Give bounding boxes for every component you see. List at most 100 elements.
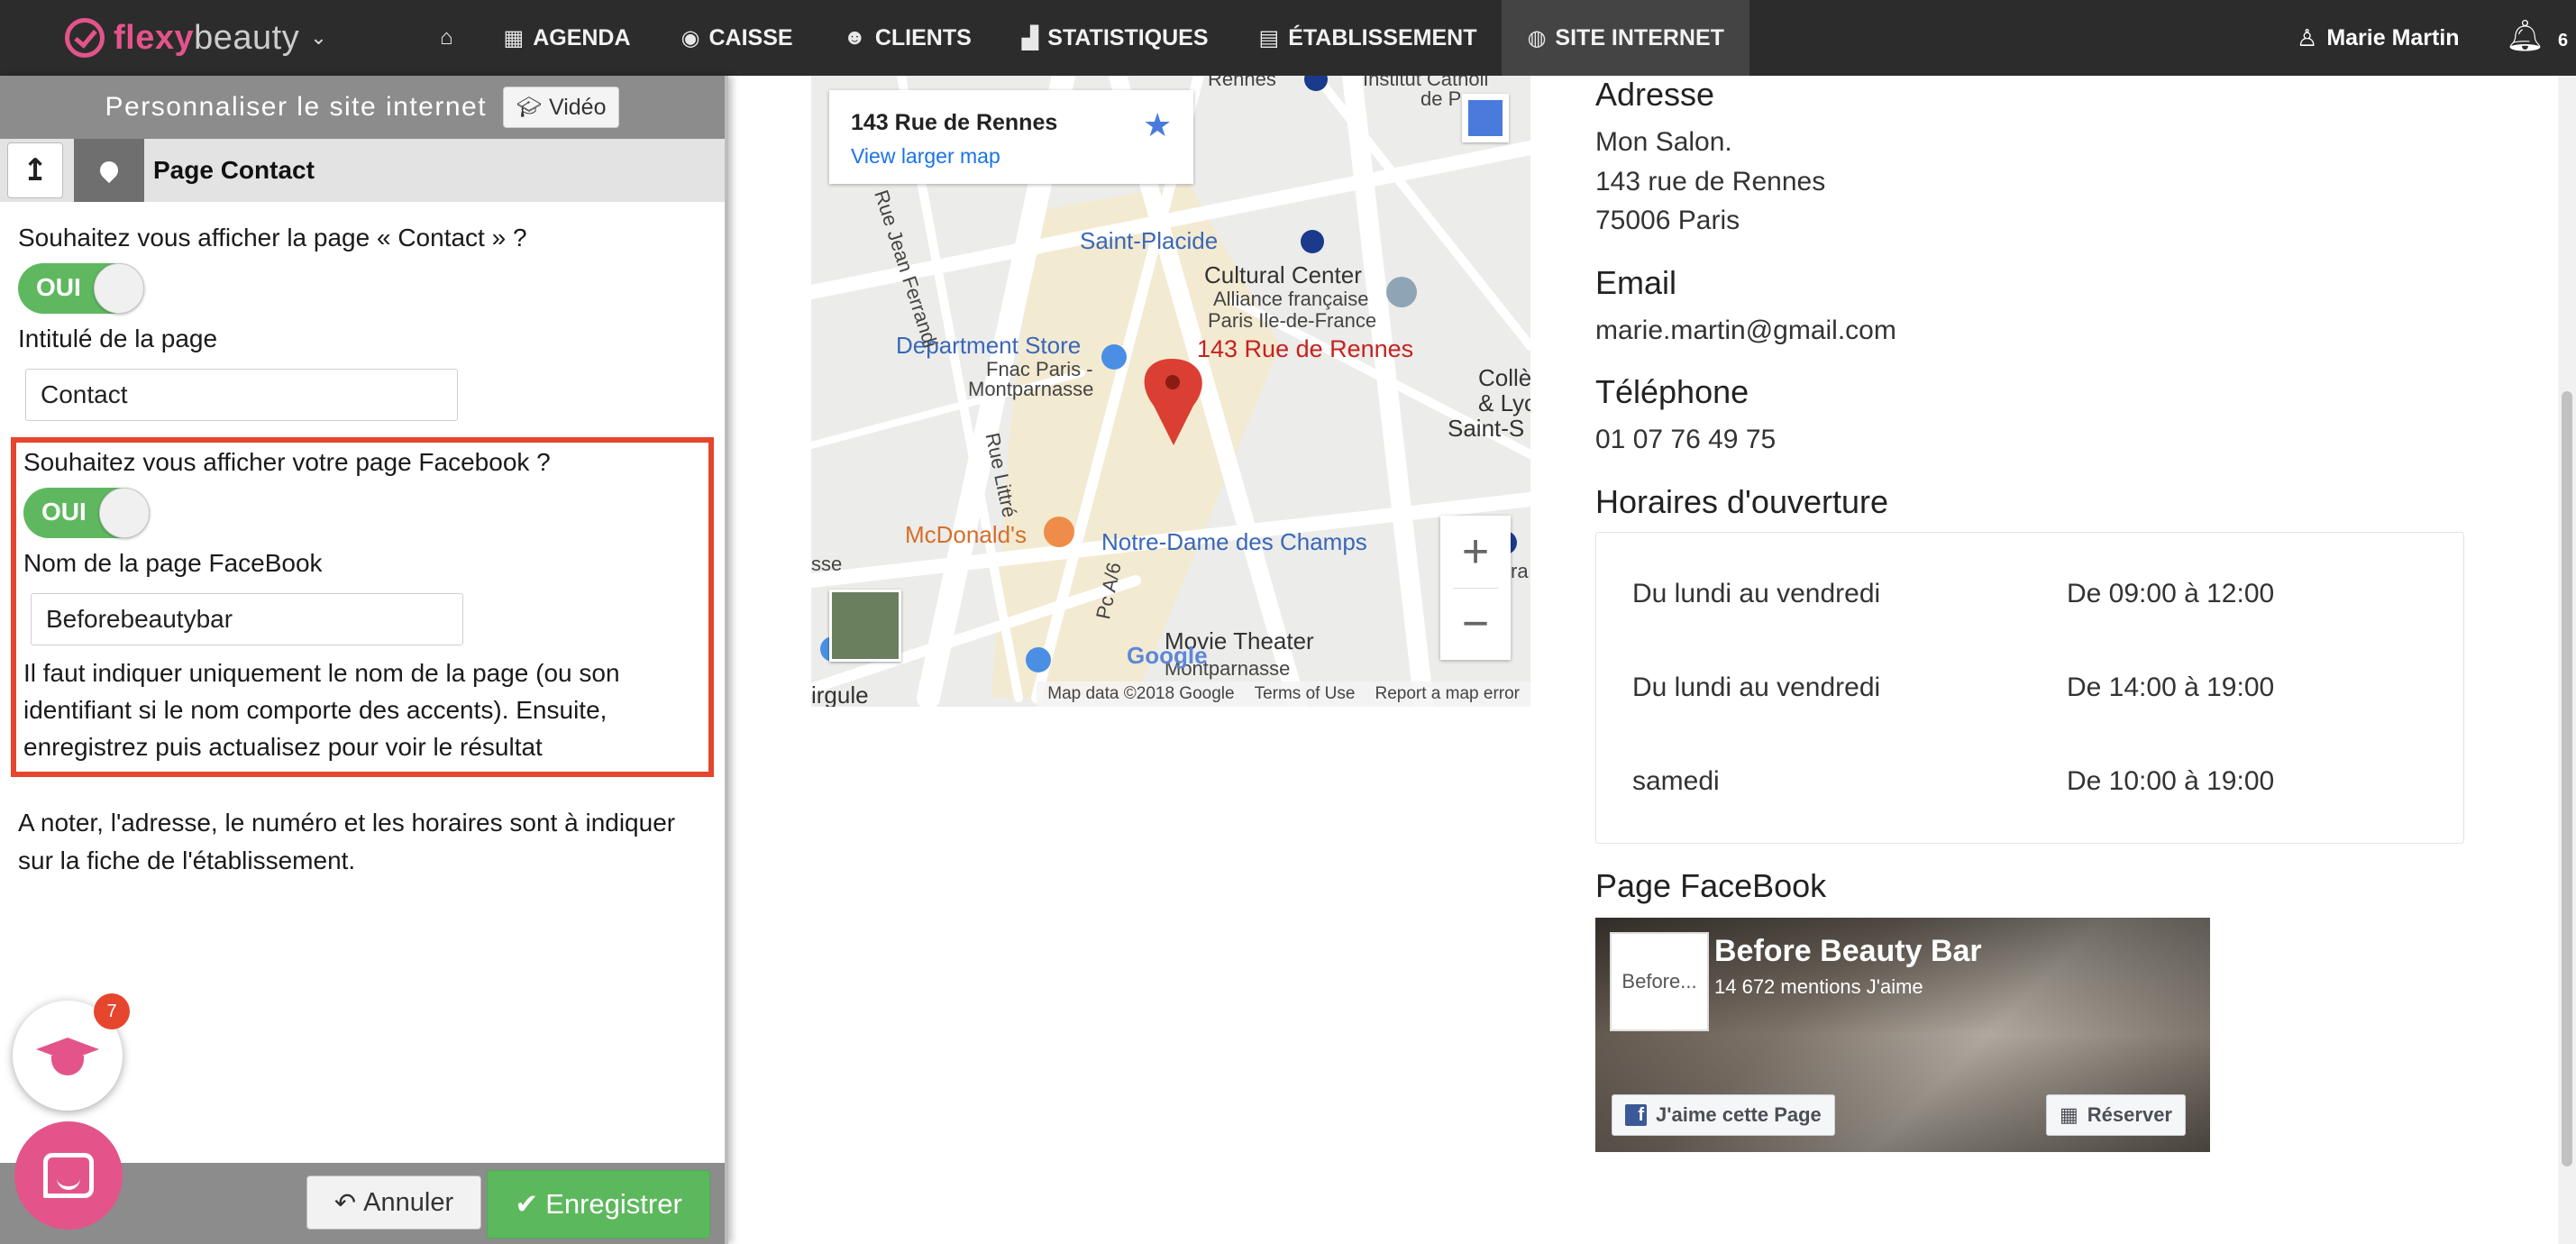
zoom-in-button[interactable]: +	[1440, 516, 1511, 588]
chat-button[interactable]	[14, 1121, 123, 1230]
panel-title: Personnaliser le site internet	[105, 92, 488, 122]
arrow-up-icon: ↥	[22, 153, 49, 188]
email-heading: Email	[1595, 263, 1677, 301]
hours-day: Du lundi au vendredi	[1632, 672, 1881, 702]
toggle-label: OUI	[36, 273, 81, 302]
email-block: Email marie.martin@gmail.com	[1595, 264, 2461, 351]
note-text: A noter, l'adresse, le numéro et les hor…	[18, 808, 676, 874]
zoom-out-button[interactable]: −	[1440, 588, 1511, 660]
facebook-likes: 14 672 mentions J'aime	[1714, 974, 1923, 998]
nav-etablissement[interactable]: ▤ ÉTABLISSEMENT	[1234, 0, 1503, 76]
address-heading: Adresse	[1595, 76, 1715, 113]
facebook-hint: Il faut indiquer uniquement le nom de la…	[23, 658, 620, 762]
hours-time: De 10:00 à 19:00	[2067, 765, 2275, 796]
show-facebook-toggle[interactable]: OUI	[23, 488, 150, 539]
facebook-reserve-button[interactable]: ▦ Réserver	[2046, 1093, 2186, 1136]
hours-day: Du lundi au vendredi	[1632, 578, 1881, 608]
map-label-pin: 143 Rue de Rennes	[1197, 335, 1414, 362]
chevron-down-icon: ⌄	[310, 26, 327, 49]
map-place-card: 143 Rue de Rennes View larger map ★	[829, 90, 1193, 184]
hours-day: samedi	[1632, 765, 1720, 796]
map-pin-icon	[96, 157, 123, 184]
nav-site-internet[interactable]: ◍ SITE INTERNET	[1502, 0, 1749, 76]
nav-clients-label: CLIENTS	[874, 24, 972, 50]
map-attribution: Map data ©2018 Google Terms of Use Repor…	[1037, 681, 1530, 707]
map-label-irgule: irgule	[811, 681, 869, 707]
bell-icon[interactable]: 🔔︎	[2506, 18, 2544, 54]
save-button[interactable]: ✔ Enregistrer	[487, 1170, 710, 1239]
map-label-cultural-center: Cultural Center	[1204, 261, 1362, 288]
flexybeauty-logo-icon	[65, 18, 105, 58]
toggle-label: OUI	[41, 498, 87, 526]
notification-count: 6	[2558, 31, 2569, 50]
nav-caisse-label: CAISSE	[708, 24, 793, 50]
facebook-name-input[interactable]	[31, 592, 463, 645]
nav-statistiques[interactable]: ▟ STATISTIQUES	[997, 0, 1234, 76]
cancel-button[interactable]: ↶ Annuler	[306, 1175, 481, 1230]
address-block: Adresse Mon Salon. 143 rue de Rennes 750…	[1595, 76, 2461, 241]
report-map-error-link[interactable]: Report a map error	[1375, 684, 1520, 704]
facebook-like-label: J'aime cette Page	[1656, 1102, 1822, 1126]
map-label-fnac2: Montparnasse	[968, 378, 1094, 400]
nav-agenda[interactable]: ▦ AGENDA	[479, 0, 656, 76]
nav-home[interactable]: ⌂	[415, 0, 479, 76]
satellite-toggle[interactable]	[829, 590, 901, 662]
page-scrollbar[interactable]	[2558, 76, 2576, 1244]
globe-icon: ◍	[1527, 25, 1547, 50]
panel-body: Souhaitez vous afficher la page « Contac…	[0, 202, 725, 880]
coins-icon: ◉	[681, 25, 700, 50]
star-icon[interactable]: ★	[1143, 106, 1172, 144]
check-icon: ✔	[515, 1188, 539, 1220]
phone-value: 01 07 76 49 75	[1595, 425, 1777, 454]
facebook-page-widget[interactable]: Before... Before Beauty Bar 14 672 menti…	[1595, 917, 2210, 1152]
google-map[interactable]: Rennes Institut Catholi de P Saint-Placi…	[811, 76, 1530, 707]
section-title: Page Contact	[153, 156, 315, 184]
address-line-1: Mon Salon.	[1595, 127, 1732, 157]
video-button[interactable]: 🎓︎ Vidéo	[503, 87, 620, 128]
brand-menu[interactable]: flexybeauty ⌄	[65, 0, 327, 76]
address-line-3: 75006 Paris	[1595, 206, 1740, 235]
terms-of-use-link[interactable]: Terms of Use	[1255, 684, 1356, 704]
user-icon: ♙	[2297, 23, 2318, 51]
email-value: marie.martin@gmail.com	[1595, 315, 1896, 345]
store-icon: ▤	[1258, 25, 1280, 50]
map-label-sse: sse	[811, 553, 843, 575]
facebook-like-button[interactable]: f J'aime cette Page	[1612, 1093, 1835, 1136]
street-view-button[interactable]	[1462, 94, 1509, 142]
address-line-2: 143 rue de Rennes	[1595, 166, 1826, 197]
chart-icon: ▟	[1021, 25, 1039, 50]
map-label-colle: Collè	[1478, 364, 1530, 391]
map-place-title: 143 Rue de Rennes	[851, 110, 1058, 135]
map-label-ra: ra	[1511, 560, 1529, 582]
scrollbar-thumb[interactable]	[2562, 391, 2572, 1166]
map-label-notre-dame: Notre-Dame des Champs	[1101, 528, 1367, 555]
nav-caisse[interactable]: ◉ CAISSE	[656, 0, 818, 76]
facebook-name-label: Nom de la page FaceBook	[23, 549, 323, 578]
main-nav: ⌂ ▦ AGENDA ◉ CAISSE ☻ CLIENTS ▟ STATISTIQUES…	[415, 0, 1749, 76]
back-button[interactable]: ↥	[7, 142, 63, 198]
panel-header: Personnaliser le site internet 🎓︎ Vidéo	[0, 76, 725, 139]
page-title-input[interactable]	[25, 368, 458, 421]
map-label-lyc: & Lyc	[1478, 389, 1530, 416]
view-larger-map-link[interactable]: View larger map	[851, 144, 1000, 169]
contact-info: Adresse Mon Salon. 143 rue de Rennes 750…	[1595, 76, 2464, 1175]
show-contact-toggle[interactable]: OUI	[18, 263, 144, 315]
nav-statistiques-label: STATISTIQUES	[1047, 24, 1209, 50]
facebook-block: Page FaceBook Before... Before Beauty Ba…	[1595, 867, 2461, 1152]
toggle-knob	[94, 263, 144, 315]
map-label-de-p: de P	[1420, 87, 1462, 110]
hours-row: samedi De 10:00 à 19:00	[1596, 735, 2463, 828]
zoom-controls: + −	[1440, 516, 1511, 660]
person-icon	[1468, 100, 1503, 136]
hours-time: De 09:00 à 12:00	[2067, 578, 2275, 608]
hours-row: Du lundi au vendredi De 14:00 à 19:00	[1596, 641, 2463, 735]
video-button-label: Vidéo	[548, 94, 607, 120]
facebook-page-name[interactable]: Before Beauty Bar	[1714, 934, 1982, 969]
user-menu[interactable]: ♙ Marie Martin	[2297, 0, 2460, 76]
academy-badge: 7	[94, 993, 130, 1029]
map-label-rennes: Rennes	[1208, 76, 1276, 90]
nav-clients[interactable]: ☻ CLIENTS	[818, 0, 997, 76]
show-contact-question: Souhaitez vous afficher la page « Contac…	[18, 224, 527, 252]
hours-heading: Horaires d'ouverture	[1595, 482, 1889, 520]
map-label-fnac1: Fnac Paris -	[986, 358, 1093, 380]
